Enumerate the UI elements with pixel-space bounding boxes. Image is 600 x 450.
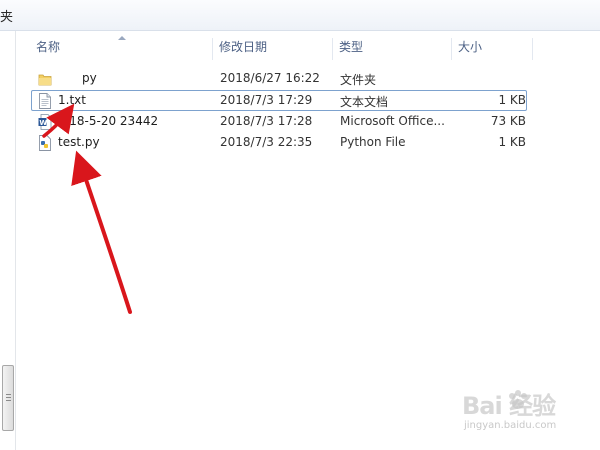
file-row[interactable]: py 2018/6/27 16:22 文件夹 (31, 68, 527, 89)
file-type: Python File (340, 135, 406, 149)
column-divider[interactable] (212, 38, 213, 60)
file-size: 73 KB (490, 114, 526, 128)
file-type: Microsoft Office... (340, 114, 445, 128)
column-header: 名称 修改日期 类型 大小 (17, 34, 600, 60)
sort-ascending-icon (118, 36, 126, 40)
scrollbar-thumb[interactable] (2, 365, 14, 431)
file-name: py (82, 71, 97, 85)
file-type: 文件夹 (340, 73, 377, 87)
file-date: 2018/7/3 17:28 (220, 114, 313, 128)
word-file-icon: W (38, 114, 52, 130)
file-date: 2018/6/27 16:22 (220, 71, 320, 85)
column-name[interactable]: 名称 (36, 34, 60, 60)
column-size[interactable]: 大小 (458, 34, 482, 60)
svg-text:W: W (39, 119, 47, 127)
navigation-pane-edge (0, 31, 16, 450)
address-bar: 夹 (0, 0, 600, 31)
folder-icon (38, 71, 52, 87)
column-divider[interactable] (532, 38, 533, 60)
file-date: 2018/7/3 17:29 (220, 93, 313, 107)
paw-icon (509, 390, 527, 409)
scrollbar-grip (6, 400, 11, 401)
file-type: 文本文档 (340, 95, 389, 109)
scrollbar-grip (6, 397, 11, 398)
file-name: test.py (58, 135, 100, 149)
arrow-to-python-file (71, 150, 132, 314)
breadcrumb[interactable]: 夹 (0, 6, 13, 25)
column-type[interactable]: 类型 (339, 34, 363, 60)
file-row[interactable]: W 2018-5-20 23442 2018/7/3 17:28 Microso… (31, 111, 527, 132)
column-date[interactable]: 修改日期 (219, 34, 267, 60)
file-size: 1 KB (498, 93, 526, 107)
file-name: 2018-5-20 23442 (54, 114, 159, 128)
column-divider[interactable] (451, 38, 452, 60)
column-divider[interactable] (332, 38, 333, 60)
watermark-url: jingyan.baidu.com (464, 420, 557, 431)
scrollbar-grip (6, 394, 11, 395)
file-row-selected[interactable]: 1.txt 2018/7/3 17:29 文本文档 1 KB (31, 90, 527, 111)
file-row[interactable]: test.py 2018/7/3 22:35 Python File 1 KB (31, 132, 527, 153)
file-name: 1.txt (58, 93, 86, 107)
baidu-watermark: Bai 经验 jingyan.baidu.com (462, 386, 592, 442)
file-size: 1 KB (498, 135, 526, 149)
text-file-icon (38, 93, 52, 109)
python-file-icon (38, 135, 52, 151)
file-date: 2018/7/3 22:35 (220, 135, 313, 149)
